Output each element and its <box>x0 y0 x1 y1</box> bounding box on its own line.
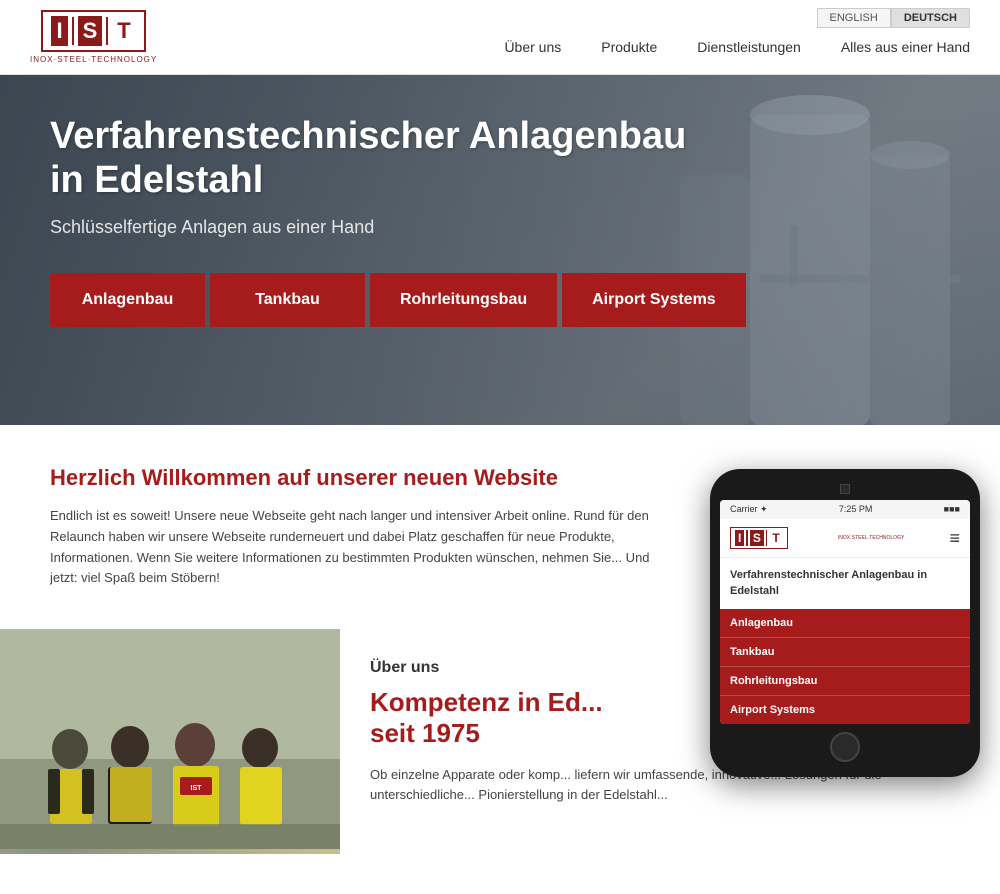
phone-header: I S T INOX·STEEL·TECHNOLOGY ≡ <box>720 519 970 558</box>
hero-title: Verfahrenstechnischer Anlagenbauin Edels… <box>50 115 950 202</box>
phone-mockup-container: Carrier ✦ 7:25 PM ■■■ I S T <box>710 469 980 777</box>
phone-logo-subtext-area: INOX·STEEL·TECHNOLOGY <box>838 535 904 541</box>
phone-btn-tankbau[interactable]: Tankbau <box>720 638 970 667</box>
hero-subtitle: Schlüsselfertige Anlagen aus einer Hand <box>50 217 950 238</box>
phone-camera-area <box>720 484 970 494</box>
phone-hero-text: Verfahrenstechnischer Anlagenbau in Edel… <box>720 558 970 609</box>
hamburger-icon[interactable]: ≡ <box>949 528 960 549</box>
phone-logo-t: T <box>769 530 782 546</box>
phone-logo-i: I <box>735 530 744 546</box>
about-illustration: IST <box>0 629 340 849</box>
logo-box: I S T <box>41 10 145 52</box>
phone-btn-airport-systems[interactable]: Airport Systems <box>720 696 970 724</box>
phone-btn-rohrleitungsbau[interactable]: Rohrleitungsbau <box>720 667 970 696</box>
hero-content: Verfahrenstechnischer Anlagenbauin Edels… <box>0 75 1000 367</box>
phone-btn-anlagenbau[interactable]: Anlagenbau <box>720 609 970 638</box>
about-image: IST <box>0 629 340 854</box>
phone-camera <box>840 484 850 494</box>
nav-ueber-uns[interactable]: Über uns <box>504 39 561 55</box>
logo-subtitle: INOX·STEEL·TECHNOLOGY <box>30 55 157 64</box>
hero-btn-tankbau[interactable]: Tankbau <box>210 273 365 327</box>
nav-alles[interactable]: Alles aus einer Hand <box>841 39 970 55</box>
content-area: Herzlich Willkommen auf unserer neuen We… <box>0 425 1000 894</box>
main-nav: Über uns Produkte Dienstleistungen Alles… <box>504 39 970 55</box>
hero-btn-rohrleitungsbau[interactable]: Rohrleitungsbau <box>370 273 557 327</box>
hero-btn-anlagenbau[interactable]: Anlagenbau <box>50 273 205 327</box>
phone-home-area <box>720 732 970 762</box>
logo-letter-s: S <box>78 16 103 46</box>
phone-logo: I S T <box>730 527 788 549</box>
logo-letter-i: I <box>51 16 67 46</box>
phone-logo-s: S <box>750 530 764 546</box>
phone-screen: Carrier ✦ 7:25 PM ■■■ I S T <box>720 500 970 724</box>
logo[interactable]: I S T INOX·STEEL·TECHNOLOGY <box>30 10 157 64</box>
nav-dienstleistungen[interactable]: Dienstleistungen <box>697 39 801 55</box>
hero-buttons: Anlagenbau Tankbau Rohrleitungsbau Airpo… <box>50 273 950 327</box>
welcome-section: Herzlich Willkommen auf unserer neuen We… <box>0 425 700 629</box>
phone-logo-divider2 <box>766 530 768 546</box>
logo-letter-t: T <box>112 16 135 46</box>
lang-english-button[interactable]: ENGLISH <box>817 8 891 28</box>
hero-section: Verfahrenstechnischer Anlagenbauin Edels… <box>0 75 1000 425</box>
site-header: I S T INOX·STEEL·TECHNOLOGY Über uns Pro… <box>0 0 1000 75</box>
phone-status-bar: Carrier ✦ 7:25 PM ■■■ <box>720 500 970 519</box>
phone-logo-divider <box>746 530 748 546</box>
language-switcher: ENGLISH DEUTSCH <box>817 8 970 28</box>
phone-carrier: Carrier ✦ <box>730 504 768 515</box>
lower-section: IST Über uns Kompetenz in Ed...seit 1975… <box>0 629 1000 894</box>
phone-logo-subtitle: INOX·STEEL·TECHNOLOGY <box>838 535 904 541</box>
logo-divider <box>72 17 74 45</box>
nav-produkte[interactable]: Produkte <box>601 39 657 55</box>
svg-text:IST: IST <box>191 785 203 792</box>
hero-btn-airport-systems[interactable]: Airport Systems <box>562 273 746 327</box>
logo-divider2 <box>106 17 108 45</box>
phone-time: 7:25 PM <box>839 504 873 515</box>
phone-battery: ■■■ <box>944 504 960 515</box>
welcome-title: Herzlich Willkommen auf unserer neuen We… <box>50 465 650 491</box>
lang-deutsch-button[interactable]: DEUTSCH <box>891 8 970 28</box>
phone-home-button[interactable] <box>830 732 860 762</box>
phone-device: Carrier ✦ 7:25 PM ■■■ I S T <box>710 469 980 777</box>
welcome-text: Endlich ist es soweit! Unsere neue Webse… <box>50 506 650 589</box>
